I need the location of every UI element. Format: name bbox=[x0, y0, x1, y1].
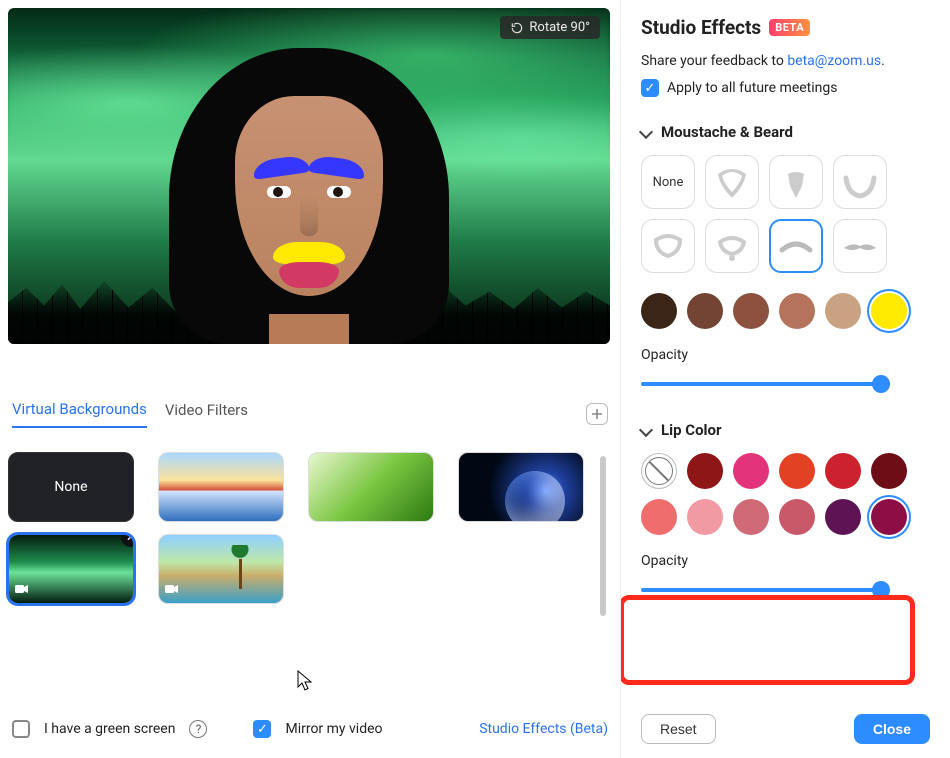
feedback-text: Share your feedback to bbox=[641, 53, 787, 69]
lip-color-swatches bbox=[641, 453, 911, 535]
moustache-color-swatch[interactable] bbox=[641, 293, 677, 329]
background-thumbnails: None ✕ bbox=[8, 452, 612, 632]
beta-badge: BETA bbox=[769, 19, 810, 36]
moustache-color-swatch[interactable] bbox=[779, 293, 815, 329]
lip-color-swatch[interactable] bbox=[687, 453, 723, 489]
lip-color-swatch[interactable] bbox=[641, 499, 677, 535]
moustache-color-swatch[interactable] bbox=[687, 293, 723, 329]
beard-style-4[interactable] bbox=[641, 219, 695, 273]
chevron-down-icon bbox=[639, 423, 653, 437]
green-screen-checkbox[interactable] bbox=[12, 720, 30, 738]
beard-style-2[interactable] bbox=[769, 155, 823, 209]
remove-background-button[interactable]: ✕ bbox=[121, 534, 134, 547]
lip-color-swatch[interactable] bbox=[779, 499, 815, 535]
moustache-color-swatches bbox=[641, 293, 911, 329]
thumbnails-scrollbar[interactable] bbox=[600, 456, 606, 616]
beard-none[interactable]: None bbox=[641, 155, 695, 209]
feedback-period: . bbox=[881, 53, 885, 69]
instruction-highlight bbox=[620, 595, 915, 685]
rotate-icon bbox=[510, 21, 524, 35]
moustache-color-swatch[interactable] bbox=[825, 293, 861, 329]
moustache-icon bbox=[838, 224, 882, 268]
moustache-header[interactable]: Moustache & Beard bbox=[641, 123, 930, 141]
apply-all-checkbox[interactable]: ✓ bbox=[641, 79, 659, 97]
beard-icon bbox=[838, 160, 882, 204]
lip-section: Lip Color Opacity bbox=[641, 421, 930, 597]
slider-thumb[interactable] bbox=[872, 581, 890, 599]
lip-color-swatch[interactable] bbox=[779, 453, 815, 489]
moustache-color-swatch[interactable] bbox=[871, 293, 907, 329]
mirror-checkbox[interactable]: ✓ bbox=[253, 720, 271, 738]
moustache-icon bbox=[774, 224, 818, 268]
camera-icon bbox=[165, 584, 179, 597]
apply-all-label: Apply to all future meetings bbox=[667, 80, 837, 96]
background-grass[interactable] bbox=[308, 452, 434, 522]
moustache-opacity-slider[interactable] bbox=[641, 377, 881, 391]
beard-style-1[interactable] bbox=[705, 155, 759, 209]
beard-icon bbox=[774, 160, 818, 204]
lip-opacity-label: Opacity bbox=[641, 553, 930, 569]
video-preview: Rotate 90° bbox=[8, 8, 610, 344]
lip-color-swatch[interactable] bbox=[825, 499, 861, 535]
tab-video-filters[interactable]: Video Filters bbox=[165, 401, 248, 427]
tabs: Virtual Backgrounds Video Filters bbox=[8, 400, 612, 434]
lip-color-swatch[interactable] bbox=[687, 499, 723, 535]
tab-virtual-backgrounds[interactable]: Virtual Backgrounds bbox=[12, 400, 147, 428]
beard-icon bbox=[710, 160, 754, 204]
lip-color-none[interactable] bbox=[641, 453, 677, 489]
camera-icon bbox=[15, 584, 29, 597]
moustache-header-label: Moustache & Beard bbox=[661, 123, 793, 141]
close-button[interactable]: Close bbox=[854, 714, 930, 744]
lip-color-effect bbox=[279, 262, 339, 288]
lip-header-label: Lip Color bbox=[661, 421, 721, 439]
moustache-section: Moustache & Beard None bbox=[641, 123, 930, 391]
lip-color-swatch[interactable] bbox=[733, 499, 769, 535]
background-none-label: None bbox=[54, 479, 87, 495]
background-none[interactable]: None bbox=[8, 452, 134, 522]
bottom-options: I have a green screen ? ✓ Mirror my vide… bbox=[8, 712, 612, 750]
lip-header[interactable]: Lip Color bbox=[641, 421, 930, 439]
reset-button[interactable]: Reset bbox=[641, 714, 716, 744]
background-beach[interactable] bbox=[158, 534, 284, 604]
studio-effects-link[interactable]: Studio Effects (Beta) bbox=[479, 721, 608, 737]
moustache-color-swatch[interactable] bbox=[733, 293, 769, 329]
slider-thumb[interactable] bbox=[872, 375, 890, 393]
beard-icon bbox=[710, 224, 754, 268]
plus-icon bbox=[591, 408, 603, 420]
chevron-down-icon bbox=[639, 125, 653, 139]
beard-style-5[interactable] bbox=[705, 219, 759, 273]
panel-title: Studio Effects bbox=[641, 16, 761, 39]
moustache-effect bbox=[273, 242, 345, 264]
feedback-email-link[interactable]: beta@zoom.us bbox=[787, 53, 881, 69]
background-space[interactable] bbox=[458, 452, 584, 522]
beard-icon bbox=[646, 224, 690, 268]
help-icon[interactable]: ? bbox=[189, 720, 207, 738]
eyebrow-effect-left bbox=[252, 154, 310, 180]
moustache-opacity-label: Opacity bbox=[641, 347, 930, 363]
beard-style-3[interactable] bbox=[833, 155, 887, 209]
background-aurora[interactable]: ✕ bbox=[8, 534, 134, 604]
beard-style-grid: None bbox=[641, 155, 901, 273]
rotate-label: Rotate 90° bbox=[529, 20, 590, 35]
rotate-button[interactable]: Rotate 90° bbox=[500, 16, 600, 39]
add-background-button[interactable] bbox=[586, 403, 608, 425]
background-bridge[interactable] bbox=[158, 452, 284, 522]
lip-color-swatch[interactable] bbox=[825, 453, 861, 489]
beard-style-6[interactable] bbox=[769, 219, 823, 273]
beard-style-7[interactable] bbox=[833, 219, 887, 273]
mirror-label: Mirror my video bbox=[285, 721, 382, 737]
lip-opacity-slider[interactable] bbox=[641, 583, 881, 597]
green-screen-label: I have a green screen bbox=[44, 721, 175, 737]
lip-color-swatch[interactable] bbox=[871, 499, 907, 535]
lip-color-swatch[interactable] bbox=[871, 453, 907, 489]
cursor-icon bbox=[297, 670, 313, 692]
eyebrow-effect-right bbox=[308, 154, 366, 180]
face bbox=[164, 48, 454, 344]
lip-color-swatch[interactable] bbox=[733, 453, 769, 489]
studio-effects-panel: Studio Effects BETA Share your feedback … bbox=[620, 0, 950, 758]
